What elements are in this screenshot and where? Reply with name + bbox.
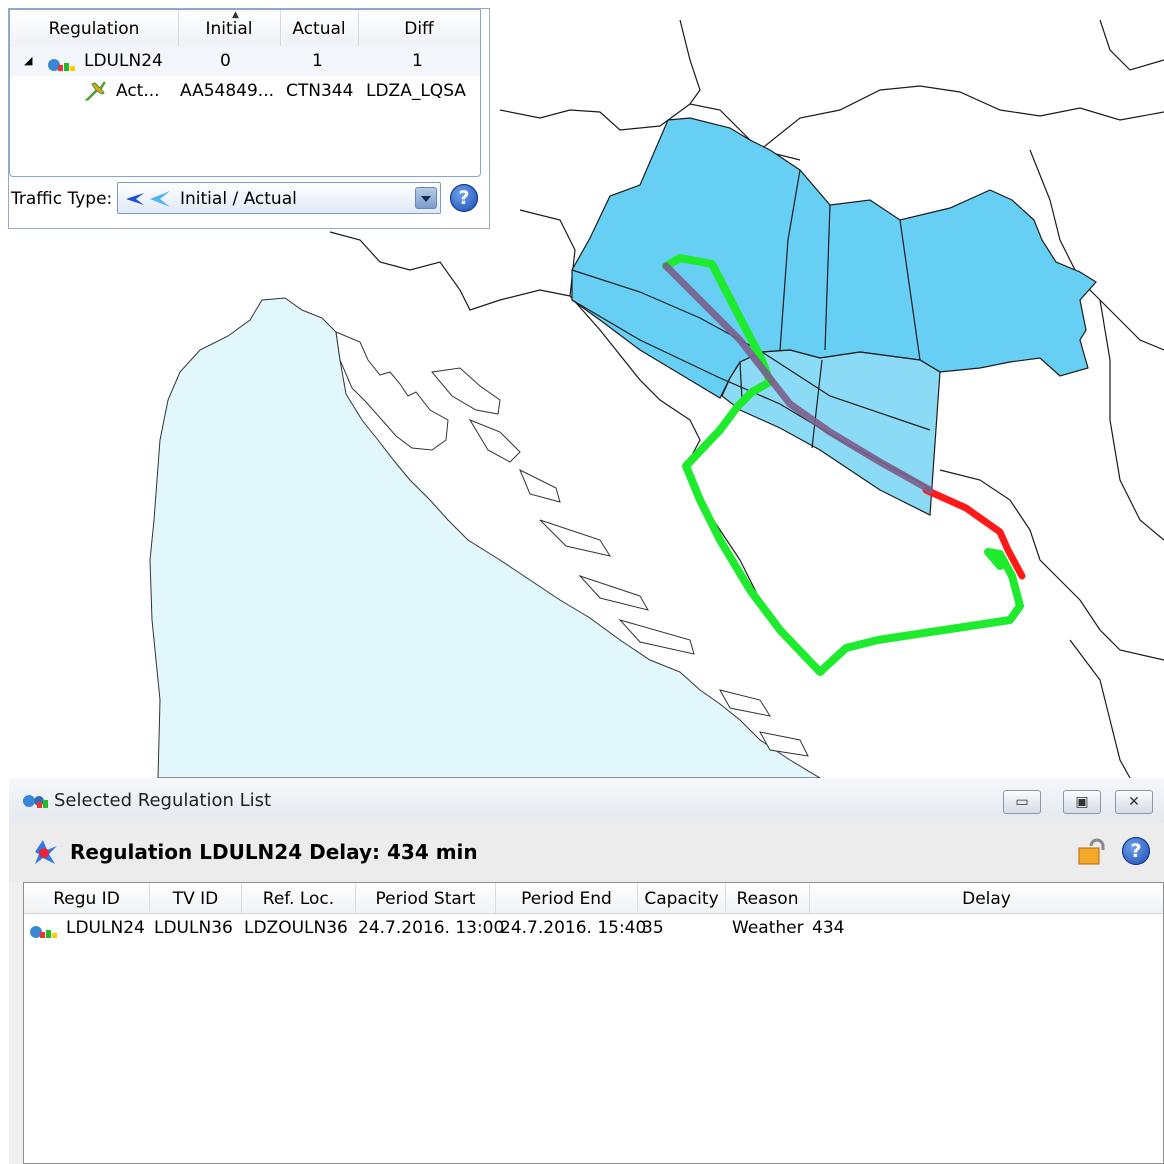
unlock-icon[interactable] — [1077, 836, 1107, 870]
col-period-start[interactable]: Period Start — [356, 883, 496, 913]
cell-delay: 434 — [812, 918, 845, 938]
island-3 — [519, 468, 561, 503]
regulation-initial: 0 — [220, 51, 231, 71]
chevron-down-icon[interactable] — [415, 187, 437, 209]
cell-regu-id: LDULN24 — [66, 918, 145, 938]
col-capacity[interactable]: Capacity — [638, 883, 726, 913]
minimize-button[interactable]: ▭ — [1003, 790, 1041, 814]
flight-row[interactable]: Act... AA54849... CTN344 LDZA_LQSA — [10, 76, 480, 106]
regulation-row[interactable]: ◢ LDULN24 0 1 1 — [10, 46, 480, 76]
traffic-panel: Regulation Initial ▲ Actual Diff ◢ LDULN… — [8, 8, 490, 229]
regulation-list-icon — [21, 792, 51, 814]
cell-tv-id: LDULN36 — [154, 918, 233, 938]
regulation-icon — [28, 921, 58, 949]
flight-route: LDZA_LQSA — [366, 81, 466, 101]
sort-ascending-icon: ▲ — [232, 10, 239, 20]
col-regulation[interactable]: Regulation — [10, 10, 179, 46]
flight-id: AA54849... — [180, 81, 275, 101]
traffic-table[interactable]: Regulation Initial ▲ Actual Diff ◢ LDULN… — [9, 9, 481, 177]
collapse-triangle-icon[interactable]: ◢ — [24, 46, 32, 76]
traffic-type-select[interactable]: Initial / Actual — [117, 182, 441, 214]
col-period-end[interactable]: Period End — [496, 883, 638, 913]
help-icon[interactable]: ? — [450, 184, 478, 212]
traffic-type-bar: Traffic Type: Initial / Actual ? — [9, 181, 489, 221]
island-4 — [539, 519, 612, 557]
cell-period-start: 24.7.2016. 13:00 — [358, 918, 505, 938]
flight-name: Act... — [116, 81, 160, 101]
cell-period-end: 24.7.2016. 15:40 — [500, 918, 647, 938]
col-ref-loc[interactable]: Ref. Loc. — [242, 883, 356, 913]
col-tv-id[interactable]: TV ID — [150, 883, 242, 913]
col-actual[interactable]: Actual — [280, 10, 359, 46]
initial-actual-icon — [122, 187, 176, 213]
window-title: Selected Regulation List — [54, 790, 272, 811]
close-button[interactable]: ✕ — [1115, 790, 1153, 814]
cell-ref-loc: LDZOULN36 — [244, 918, 348, 938]
cell-capacity: 35 — [642, 918, 664, 938]
col-initial[interactable]: Initial — [178, 10, 281, 46]
regulation-name: LDULN24 — [84, 51, 163, 71]
col-delay[interactable]: Delay — [810, 883, 1163, 913]
regulation-delay-icon — [29, 838, 59, 870]
flight-callsign: CTN344 — [286, 81, 354, 101]
help-icon[interactable]: ? — [1122, 837, 1150, 865]
col-reason[interactable]: Reason — [726, 883, 810, 913]
traffic-table-header: Regulation Initial ▲ Actual Diff — [10, 10, 480, 47]
restore-button[interactable]: ▣ — [1063, 790, 1101, 814]
col-diff[interactable]: Diff — [358, 10, 480, 46]
cell-reason: Weather — [732, 918, 804, 938]
regulation-diff: 1 — [412, 51, 423, 71]
regulation-actual: 1 — [312, 51, 323, 71]
window-titlebar[interactable]: Selected Regulation List ▭ ▣ ✕ — [9, 778, 1164, 822]
island-5 — [578, 574, 650, 611]
airspace-sectors — [571, 117, 1097, 516]
regulation-list-window: Selected Regulation List ▭ ▣ ✕ Regulatio… — [9, 778, 1164, 1164]
plane-icon — [84, 80, 106, 112]
traffic-type-value: Initial / Actual — [180, 189, 297, 209]
island-2 — [468, 418, 521, 463]
table-row[interactable]: LDULN24 LDULN36 LDZOULN36 24.7.2016. 13:… — [24, 914, 1163, 942]
col-regu-id[interactable]: Regu ID — [24, 883, 150, 913]
island-1 — [431, 367, 501, 415]
traffic-type-label: Traffic Type: — [11, 189, 113, 209]
regulation-grid-header: Regu ID TV ID Ref. Loc. Period Start Per… — [24, 883, 1163, 914]
regulation-grid[interactable]: Regu ID TV ID Ref. Loc. Period Start Per… — [23, 882, 1164, 1164]
regulation-delay-title: Regulation LDULN24 Delay: 434 min — [70, 840, 478, 864]
regulation-header: Regulation LDULN24 Delay: 434 min ? — [9, 822, 1164, 882]
